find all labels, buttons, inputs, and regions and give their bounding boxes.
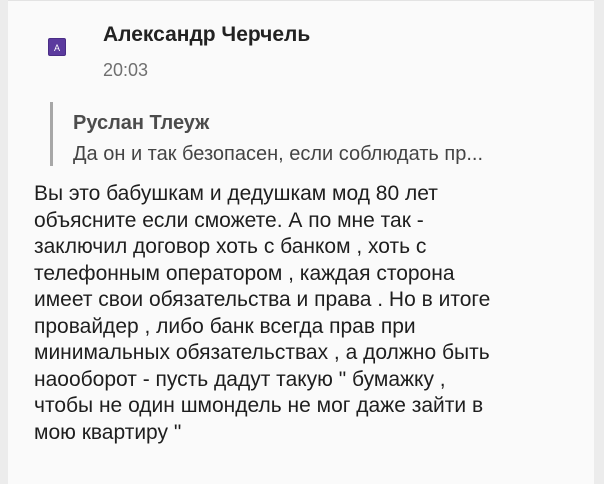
comment-body-line: мою квартиру ": [34, 420, 182, 444]
comment-body-line: Вы это бабушкам и дедушкам мод 80 лет: [34, 182, 438, 205]
comment-body-line: объясните если сможете. А по мне так -: [34, 208, 424, 232]
comment-body-line: наооборот - пусть дадут такую " бумажку …: [34, 367, 446, 391]
comment-body-line: имеет свои обязательства и права . Но в …: [34, 288, 491, 311]
comment-body-line: телефонным оператором , каждая сторона: [34, 261, 455, 285]
comment-body-line: заключил договор хоть с банком , хоть с: [34, 235, 427, 258]
comment-body-line: минимальных обязательствах , а должно бы…: [34, 341, 490, 364]
comment-body: Вы это бабушкам и дедушкам мод 80 лет об…: [34, 181, 584, 446]
comment-timestamp: 20:03: [103, 60, 149, 80]
quote-author: Руслан Тлеуж: [73, 112, 210, 134]
quote-text: Да он и так безопасен, если соблюдать пр…: [73, 143, 484, 165]
comment-body-line: провайдер , либо банк всегда прав при: [34, 314, 416, 338]
comment-body-line: чтобы не один шмондель не мог даже зайти…: [34, 394, 484, 417]
author-name[interactable]: Александр Черчель: [103, 23, 310, 47]
comment-card: A Александр Черчель 20:03 Руслан Тлеуж Д…: [8, 0, 594, 484]
quoted-reply[interactable]: Руслан Тлеуж Да он и так безопасен, если…: [50, 102, 580, 166]
avatar[interactable]: A: [48, 38, 66, 56]
